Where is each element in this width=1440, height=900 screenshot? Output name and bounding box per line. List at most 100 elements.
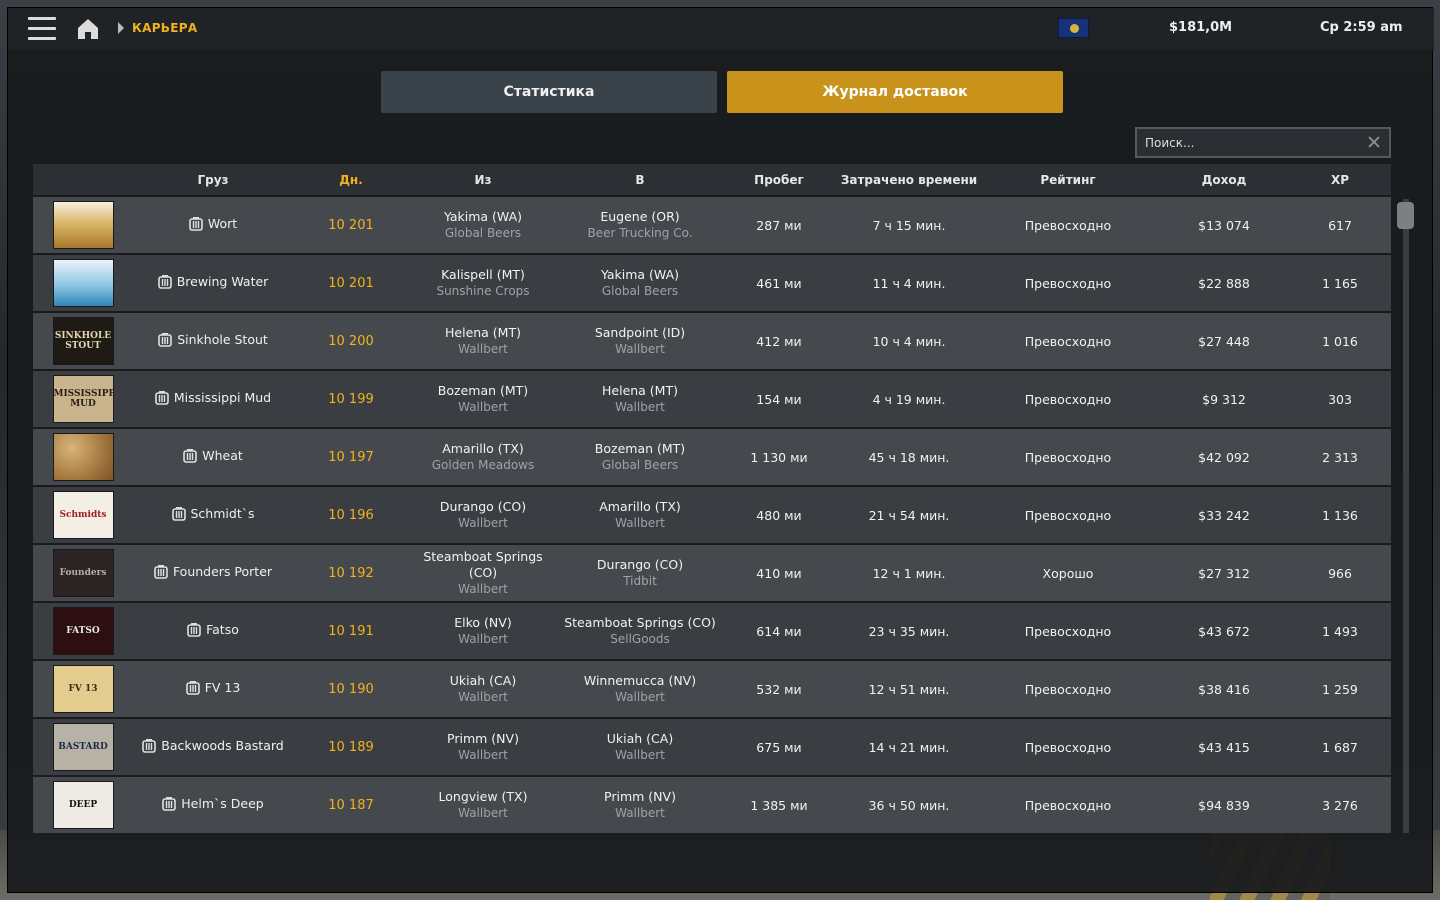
xp: 3 276 [1322,797,1358,813]
cargo-thumbnail: DEEP [52,781,114,829]
xp: 1 259 [1322,681,1358,697]
delivery-day: 10 199 [328,391,374,407]
cargo-thumbnail [52,433,114,481]
table-row[interactable]: Wort 10 201 Yakima (WA) Global Beers Eugene … [33,197,1391,253]
cargo-keg-icon [142,738,157,753]
rating: Превосходно [1024,739,1112,755]
origin-company: Wallbert [458,516,508,530]
breadcrumb-career[interactable]: КАРЬЕРА [132,21,197,35]
origin-company: Golden Meadows [431,458,535,472]
time-spent: 36 ч 50 мин. [868,797,950,813]
cargo-keg-icon [162,796,177,811]
tab-delivery-log[interactable]: Журнал доставок [727,71,1063,113]
header-cargo[interactable]: Груз [133,173,293,187]
cargo-thumbnail: SINKHOLE STOUT [52,317,114,365]
destination-city: Bozeman (MT) [594,441,686,456]
cargo-name: Sinkhole Stout [158,332,268,347]
table-row[interactable]: Wheat 10 197 Amarillo (TX) Golden Meadows Bo… [33,429,1391,485]
header-income[interactable]: Доход [1153,173,1295,187]
delivery-log-panel: КАРЬЕРА $181,0M Ср 2:59 am Статистика Жу… [7,7,1434,893]
destination-company: Beer Trucking Co. [587,226,693,240]
table-row[interactable]: Brewing Water 10 201 Kalispell (MT) Sunshin… [33,255,1391,311]
delivery-day: 10 201 [328,275,374,291]
xp: 617 [1328,217,1352,233]
cargo-keg-icon [154,564,168,579]
hamburger-menu-icon[interactable] [28,17,56,41]
origin-company: Wallbert [458,806,508,820]
money-balance: $181,0M [1169,20,1233,35]
destination: Helena (MT) Wallbert [557,383,723,415]
table-row[interactable]: MISSISSIPPI MUD Mississippi Mud 10 199 Boze… [33,371,1391,427]
destination: Winnemucca (NV) Wallbert [557,673,723,705]
origin-city: Durango (CO) [439,499,527,514]
search-box [1135,127,1391,158]
origin-city: Ukiah (CA) [449,673,517,688]
delivery-day: 10 191 [328,623,374,639]
destination-city: Amarillo (TX) [599,499,681,514]
destination: Durango (CO) Tidbit [557,557,723,589]
origin: Yakima (WA) Global Beers [409,209,557,241]
income: $22 888 [1198,275,1250,291]
origin-city: Primm (NV) [447,731,519,746]
rating: Превосходно [1024,333,1112,349]
time-spent: 7 ч 15 мин. [872,217,946,233]
origin: Steamboat Springs (CO) Wallbert [409,549,557,597]
distance: 614 ми [756,623,802,639]
header-from[interactable]: Из [409,173,557,187]
rating: Превосходно [1024,391,1112,407]
origin-company: Wallbert [458,748,508,762]
distance: 461 ми [756,275,802,291]
origin: Elko (NV) Wallbert [409,615,557,647]
scrollbar-track[interactable] [1403,199,1409,833]
clear-search-icon[interactable] [1367,134,1381,150]
rating: Превосходно [1024,275,1112,291]
xp: 1 016 [1322,333,1358,349]
header-xp[interactable]: XP [1295,173,1385,187]
header-to[interactable]: В [557,173,723,187]
origin-company: Wallbert [458,342,508,356]
rating: Превосходно [1024,217,1112,233]
income: $33 242 [1198,507,1250,523]
header-distance[interactable]: Пробег [723,173,835,187]
income: $13 074 [1198,217,1250,233]
table-row[interactable]: FV 13 FV 13 10 190 Ukiah (CA) Wallbert Winnem… [33,661,1391,717]
cargo-thumbnail: BASTARD [52,723,114,771]
origin: Kalispell (MT) Sunshine Crops [409,267,557,299]
table-row[interactable]: BASTARD Backwoods Bastard 10 189 Primm (NV)… [33,719,1391,775]
delivery-table: Груз Дн. Из В Пробег Затрачено времени Р… [33,164,1391,833]
table-row[interactable]: DEEP Helm`s Deep 10 187 Longview (TX) Wallbe… [33,777,1391,833]
cargo-thumbnail: FATSO [52,607,114,655]
table-row[interactable]: FATSO Fatso 10 191 Elko (NV) Wallbert Steambo… [33,603,1391,659]
destination: Steamboat Springs (CO) SellGoods [557,615,723,647]
distance: 154 ми [756,391,802,407]
table-row[interactable]: Founders Founders Porter 10 192 Steamboat S… [33,545,1391,601]
origin-company: Wallbert [458,582,508,596]
home-icon[interactable] [76,17,100,41]
cargo-thumbnail [52,259,114,307]
scrollbar-thumb[interactable] [1397,202,1414,229]
game-clock: Ср 2:59 am [1320,20,1403,35]
header-time[interactable]: Затрачено времени [835,173,983,187]
header-day[interactable]: Дн. [293,173,409,187]
origin-company: Wallbert [458,690,508,704]
origin: Primm (NV) Wallbert [409,731,557,763]
table-row[interactable]: SINKHOLE STOUT Sinkhole Stout 10 200 Helena… [33,313,1391,369]
destination: Amarillo (TX) Wallbert [557,499,723,531]
xp: 1 165 [1322,275,1358,291]
distance: 675 ми [756,739,802,755]
time-spent: 12 ч 1 мин. [872,565,946,581]
state-flag-icon [1058,18,1089,38]
rating: Превосходно [1024,507,1112,523]
destination: Bozeman (MT) Global Beers [557,441,723,473]
destination-company: Wallbert [615,690,665,704]
origin: Ukiah (CA) Wallbert [409,673,557,705]
header-rating[interactable]: Рейтинг [983,173,1153,187]
cargo-name: Schmidt`s [171,506,254,521]
tab-statistics[interactable]: Статистика [381,71,717,113]
destination-company: Wallbert [615,806,665,820]
table-row[interactable]: Schmidts Schmidt`s 10 196 Durango (CO) Wallb… [33,487,1391,543]
destination: Primm (NV) Wallbert [557,789,723,821]
search-input[interactable] [1137,135,1357,150]
time-spent: 12 ч 51 мин. [868,681,950,697]
destination-company: Wallbert [615,400,665,414]
